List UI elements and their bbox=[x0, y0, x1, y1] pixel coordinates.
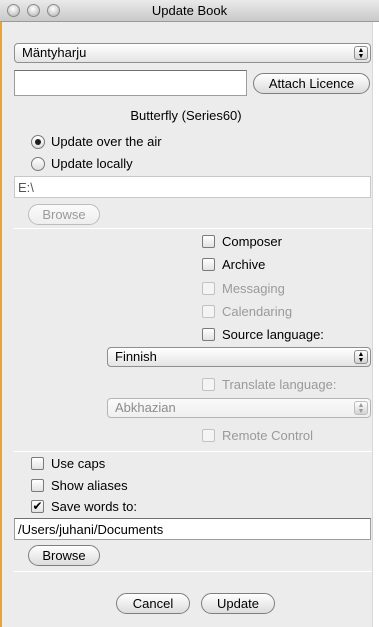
use-caps-checkbox[interactable] bbox=[31, 457, 44, 470]
source-language-popup[interactable]: Finnish ▲ ▼ bbox=[107, 347, 371, 367]
source-language-value: Finnish bbox=[115, 349, 157, 364]
save-words-checkbox[interactable]: ✔ bbox=[31, 500, 44, 513]
separator-1 bbox=[14, 228, 372, 229]
radio-update-over-air[interactable] bbox=[31, 135, 45, 149]
source-language-checkbox[interactable] bbox=[202, 328, 215, 341]
archive-label: Archive bbox=[222, 257, 266, 272]
browse-save-path-button[interactable]: Browse bbox=[28, 545, 100, 566]
update-over-air-label: Update over the air bbox=[51, 134, 162, 149]
window-right-strip bbox=[372, 22, 379, 627]
translate-language-checkbox[interactable] bbox=[202, 378, 215, 391]
phone-popup[interactable]: Mäntyharju ▲ ▼ bbox=[14, 43, 371, 63]
archive-checkbox[interactable] bbox=[202, 258, 215, 271]
attach-licence-button[interactable]: Attach Licence bbox=[253, 73, 370, 94]
translate-language-popup[interactable]: Abkhazian ▲ ▼ bbox=[107, 398, 371, 418]
translate-language-label: Translate language: bbox=[222, 377, 337, 392]
separator-2 bbox=[14, 451, 372, 452]
window-title: Update Book bbox=[151, 3, 228, 18]
show-aliases-label: Show aliases bbox=[51, 478, 128, 493]
check-mark-icon: ✔ bbox=[32, 499, 43, 513]
browse-local-button[interactable]: Browse bbox=[28, 204, 100, 225]
composer-label: Composer bbox=[222, 234, 282, 249]
show-aliases-checkbox[interactable] bbox=[31, 479, 44, 492]
up-down-arrows-icon: ▲ ▼ bbox=[354, 350, 368, 364]
cancel-button[interactable]: Cancel bbox=[116, 593, 190, 614]
translate-language-value: Abkhazian bbox=[115, 400, 176, 415]
up-down-arrows-icon: ▲ ▼ bbox=[354, 46, 368, 60]
save-words-label: Save words to: bbox=[51, 499, 137, 514]
calendaring-checkbox[interactable] bbox=[202, 305, 215, 318]
update-locally-label: Update locally bbox=[51, 156, 133, 171]
remote-control-checkbox[interactable] bbox=[202, 429, 215, 442]
local-path-field[interactable]: E:\ bbox=[14, 176, 371, 198]
source-language-label: Source language: bbox=[222, 327, 324, 342]
use-caps-label: Use caps bbox=[51, 456, 106, 471]
update-book-window: Update Book Mäntyharju ▲ ▼ Attach Licence… bbox=[0, 0, 379, 627]
device-label: Butterfly (Series60) bbox=[130, 108, 242, 123]
save-path-field[interactable]: /Users/juhani/Documents bbox=[14, 518, 371, 540]
title-bar: Update Book bbox=[0, 0, 379, 22]
phone-popup-value: Mäntyharju bbox=[22, 45, 87, 60]
separator-3 bbox=[14, 571, 372, 572]
up-down-arrows-icon: ▲ ▼ bbox=[354, 401, 368, 415]
calendaring-label: Calendaring bbox=[222, 304, 293, 319]
update-button[interactable]: Update bbox=[201, 593, 275, 614]
messaging-checkbox[interactable] bbox=[202, 282, 215, 295]
radio-update-locally[interactable] bbox=[31, 157, 45, 171]
radio-selected-dot bbox=[35, 139, 41, 145]
messaging-label: Messaging bbox=[222, 281, 285, 296]
composer-checkbox[interactable] bbox=[202, 235, 215, 248]
licence-field[interactable] bbox=[14, 70, 247, 96]
remote-control-label: Remote Control bbox=[222, 428, 314, 443]
